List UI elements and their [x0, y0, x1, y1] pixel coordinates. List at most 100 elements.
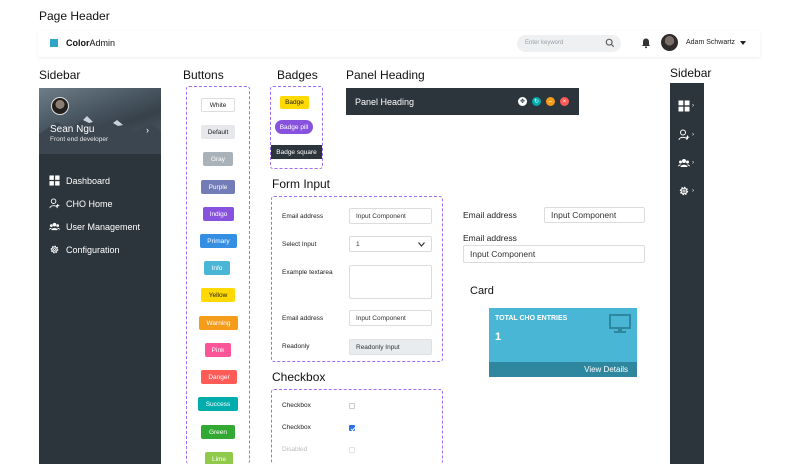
default-button[interactable]: Default: [201, 125, 235, 139]
sidebar-item-user-management[interactable]: User Management: [49, 221, 140, 232]
side-email-field[interactable]: Input Component: [544, 207, 645, 223]
side-email2-label: Email address: [463, 233, 517, 243]
side-email2-field[interactable]: Input Component: [463, 245, 645, 263]
bell-icon[interactable]: [640, 37, 652, 49]
badges-group: Badge Badge pill Badge square: [270, 86, 323, 169]
readonly-field[interactable]: Readonly Input: [349, 339, 432, 355]
card-section-title: Card: [470, 285, 494, 297]
sidebar-item-configuration[interactable]: Configuration: [49, 244, 120, 255]
checkbox-group: Checkbox Checkbox Disabled: [271, 389, 443, 464]
right-sidebar: › › › ›: [670, 83, 704, 464]
select-label: Select Input: [282, 241, 317, 248]
gear-icon: [50, 245, 59, 254]
right-sidebar-item-users[interactable]: ›: [678, 156, 696, 170]
warning-button[interactable]: Warning: [199, 316, 238, 330]
search-input[interactable]: Enter keyword: [517, 35, 621, 52]
form-input-group: Email address Input Component Select Inp…: [271, 196, 443, 362]
logo-text: Admin: [89, 38, 116, 48]
buttons-title: Buttons: [183, 68, 224, 82]
sidebar-item-dashboard[interactable]: Dashboard: [49, 175, 110, 186]
users-icon: [49, 222, 60, 231]
chevron-right-icon: ›: [692, 132, 694, 138]
gear-icon: [679, 186, 689, 196]
reload-icon[interactable]: ↻: [532, 97, 541, 106]
danger-button[interactable]: Danger: [201, 370, 237, 384]
users-icon: [678, 159, 690, 167]
gray-button[interactable]: Gray: [203, 152, 233, 166]
monitor-icon: [609, 314, 631, 333]
right-sidebar-item-configuration[interactable]: ›: [678, 184, 696, 198]
user-name[interactable]: Adam Schwartz: [686, 39, 735, 46]
purple-button[interactable]: Purple: [201, 180, 235, 194]
caret-down-icon[interactable]: [740, 41, 746, 45]
card-value: 1: [495, 331, 502, 343]
minimize-icon[interactable]: –: [546, 97, 555, 106]
dashboard-icon: [49, 175, 60, 186]
sidebar-item-cho-home[interactable]: CHO Home: [49, 198, 113, 209]
indigo-button[interactable]: Indigo: [203, 207, 234, 221]
checkbox-label-disabled: Disabled: [282, 446, 308, 453]
chevron-right-icon: ›: [692, 160, 694, 166]
sidebar-item-label: Dashboard: [66, 175, 111, 186]
info-button[interactable]: Info: [204, 261, 230, 275]
search-icon[interactable]: [605, 38, 615, 48]
email2-label: Email address: [282, 315, 324, 322]
select-value: 1: [356, 241, 360, 248]
expand-icon[interactable]: ✥: [518, 97, 527, 106]
view-details-link[interactable]: View Details: [489, 362, 637, 377]
green-button[interactable]: Green: [201, 425, 235, 439]
search-placeholder: Enter keyword: [525, 40, 564, 46]
success-button[interactable]: Success: [198, 397, 238, 411]
checkbox-disabled: [349, 447, 355, 453]
pink-button[interactable]: Pink: [205, 343, 231, 357]
chevron-right-icon: ›: [692, 188, 694, 194]
white-button[interactable]: White: [201, 98, 235, 112]
logo-square-icon: [50, 39, 58, 47]
brand-logo[interactable]: Color Admin: [50, 38, 115, 48]
sidebar: Sean Ngu Front end developer › Dashboard…: [39, 88, 161, 464]
select-input[interactable]: 1: [349, 236, 432, 252]
badges-title: Badges: [277, 68, 318, 82]
badge-pill: Badge pill: [275, 120, 313, 134]
check-icon: [350, 427, 356, 432]
page-header: Color Admin Enter keyword Adam Schwartz: [38, 31, 760, 57]
sidebar-item-label: User Management: [66, 221, 141, 232]
email-field[interactable]: Input Component: [349, 208, 432, 224]
form-input-title: Form Input: [272, 177, 331, 191]
right-sidebar-item-dashboard[interactable]: ›: [678, 99, 696, 113]
side-email-label: Email address: [463, 210, 517, 220]
readonly-label: Readonly: [282, 343, 310, 350]
user-icon: [49, 198, 60, 209]
chevron-right-icon[interactable]: ›: [146, 125, 149, 135]
example-textarea[interactable]: [349, 265, 432, 299]
buttons-group: White Default Gray Purple Indigo Primary…: [186, 86, 250, 464]
checkbox-1[interactable]: [349, 403, 355, 409]
panel-heading: Panel Heading ✥ ↻ – ×: [346, 88, 579, 115]
page-header-title: Page Header: [39, 9, 110, 23]
checkbox-2[interactable]: [349, 425, 356, 432]
card-title: TOTAL CHO ENTRIES: [495, 315, 568, 322]
email2-field[interactable]: Input Component: [349, 310, 432, 326]
sidebar-item-label: Configuration: [66, 244, 120, 255]
textarea-label: Example textarea: [282, 269, 333, 276]
profile-role: Front end developer: [50, 136, 109, 143]
badge: Badge: [280, 96, 309, 109]
right-sidebar-title: Sidebar: [670, 66, 712, 80]
sidebar-title: Sidebar: [39, 68, 81, 82]
right-sidebar-item-user[interactable]: ›: [678, 128, 696, 142]
checkbox-label-1: Checkbox: [282, 402, 311, 409]
checkbox-label-2: Checkbox: [282, 424, 311, 431]
stats-card: TOTAL CHO ENTRIES 1 View Details: [489, 308, 637, 377]
primary-button[interactable]: Primary: [200, 234, 237, 248]
close-icon[interactable]: ×: [560, 97, 569, 106]
panel-heading-title: Panel Heading: [346, 68, 425, 82]
sidebar-item-label: CHO Home: [66, 198, 113, 209]
lime-button[interactable]: Lime: [205, 452, 233, 464]
sidebar-profile[interactable]: Sean Ngu Front end developer ›: [39, 88, 161, 154]
user-avatar[interactable]: [661, 34, 678, 51]
yellow-button[interactable]: Yellow: [201, 288, 235, 302]
email-label: Email address: [282, 213, 324, 220]
user-icon: [678, 129, 690, 141]
panel-title: Panel Heading: [355, 97, 415, 107]
checkbox-title: Checkbox: [272, 370, 326, 384]
